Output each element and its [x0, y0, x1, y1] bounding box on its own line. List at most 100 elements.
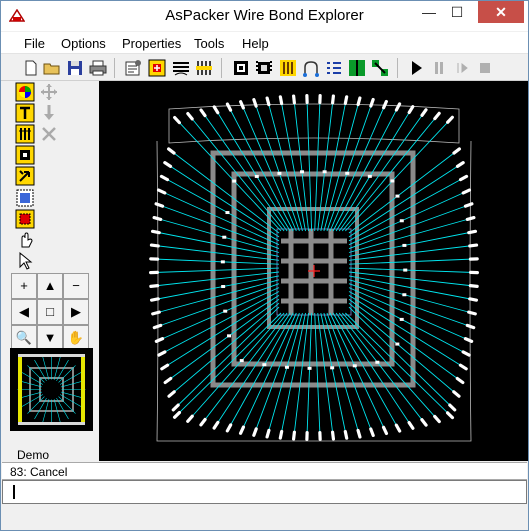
fit-view-button[interactable]: □ — [37, 299, 63, 325]
bond-pad — [395, 194, 400, 198]
command-input[interactable] — [17, 483, 517, 501]
stop-icon[interactable] — [475, 58, 495, 78]
zoom-out-button[interactable]: − — [63, 273, 89, 299]
bond-pad — [395, 342, 400, 346]
bond-pad — [284, 365, 289, 369]
wire-arc-icon[interactable] — [301, 58, 321, 78]
pan-left-button[interactable]: ◀ — [11, 299, 37, 325]
bond-finger — [305, 430, 309, 441]
bond-pad — [225, 211, 230, 215]
green-bars-icon[interactable] — [347, 58, 367, 78]
bond-pad — [367, 174, 372, 178]
toolbar-separator — [397, 58, 398, 78]
properties-icon[interactable] — [123, 58, 143, 78]
pin-down-icon[interactable] — [39, 103, 59, 123]
arrow-pointer-icon[interactable] — [15, 251, 35, 271]
bond-pad — [221, 285, 226, 289]
bond-pad — [390, 179, 395, 183]
text-caret — [13, 485, 15, 499]
menu-bar: File Options Properties Tools Help — [1, 32, 528, 54]
minimize-button[interactable]: — — [416, 1, 442, 23]
close-button[interactable]: ✕ — [478, 1, 524, 23]
bond-pad — [222, 235, 227, 239]
bond-pad — [262, 363, 267, 367]
die-pad-icon[interactable] — [254, 58, 274, 78]
bond-canvas[interactable] — [99, 81, 528, 461]
bond-pad — [399, 317, 404, 321]
status-message: 83: Cancel — [10, 465, 68, 479]
flip-icon[interactable] — [15, 166, 35, 186]
menu-help[interactable]: Help — [242, 36, 269, 51]
bond-pad — [223, 309, 228, 313]
app-window: AsPacker Wire Bond Explorer — ☐ ✕ File O… — [0, 0, 529, 531]
bond-pad — [345, 171, 350, 175]
menu-file[interactable]: File — [24, 36, 45, 51]
fingers-icon[interactable] — [278, 58, 298, 78]
move-icon[interactable] — [39, 82, 59, 102]
bond-pad — [399, 219, 404, 223]
open-folder-icon[interactable] — [42, 58, 62, 78]
navigation-pad: + ▲ − ◀ □ ▶ 🔍 ▼ ✋ — [11, 273, 89, 351]
title-bar[interactable]: AsPacker Wire Bond Explorer — ☐ ✕ — [1, 1, 528, 31]
print-icon[interactable] — [88, 58, 108, 78]
menu-tools[interactable]: Tools — [194, 36, 224, 51]
chip-select-icon[interactable] — [15, 145, 35, 165]
text-icon[interactable] — [15, 103, 35, 123]
toolbar-separator — [114, 58, 115, 78]
bond-finger — [468, 257, 479, 261]
region-icon[interactable] — [15, 188, 35, 208]
bond-finger — [318, 430, 322, 441]
delete-icon[interactable] — [39, 124, 59, 144]
toolbar-separator — [221, 58, 222, 78]
bond-finger — [318, 94, 322, 105]
bond-pad — [239, 359, 244, 363]
color-wheel-icon[interactable] — [15, 82, 35, 102]
thumbnail-drawing — [10, 348, 93, 431]
route-icon[interactable] — [370, 58, 390, 78]
play-icon[interactable] — [406, 58, 426, 78]
menu-properties[interactable]: Properties — [122, 36, 181, 51]
status-bar: 83: Cancel — [2, 462, 527, 480]
bond-finger — [149, 270, 159, 275]
bond-pad — [375, 360, 380, 364]
toolbar — [1, 55, 528, 81]
bond-pad — [300, 170, 305, 174]
bond-pad — [227, 334, 232, 338]
zoom-in-button[interactable]: + — [11, 273, 37, 299]
save-icon[interactable] — [65, 58, 85, 78]
bond-pad — [277, 171, 282, 175]
select-chip-icon[interactable] — [231, 58, 251, 78]
wire-list-icon[interactable] — [324, 58, 344, 78]
bond-pad — [402, 243, 407, 247]
bond-pad — [254, 174, 259, 178]
overview-thumbnail[interactable] — [10, 348, 93, 431]
bond-pad — [232, 179, 237, 183]
bond-finger — [305, 94, 309, 105]
pause-icon[interactable] — [429, 58, 449, 78]
bond-fingers-icon[interactable] — [15, 124, 35, 144]
command-bar[interactable] — [2, 480, 527, 504]
layers-icon[interactable] — [171, 58, 191, 78]
new-document-icon[interactable] — [21, 58, 41, 78]
pan-right-button[interactable]: ▶ — [63, 299, 89, 325]
wire-bond-drawing — [99, 81, 528, 461]
bond-pad — [322, 170, 327, 174]
add-component-icon[interactable] — [147, 58, 167, 78]
pan-up-button[interactable]: ▲ — [37, 273, 63, 299]
menu-options[interactable]: Options — [61, 36, 106, 51]
bond-pad — [402, 293, 407, 297]
bond-pad — [307, 366, 312, 370]
thumbnail-label: Demo — [17, 448, 50, 462]
bond-pad — [403, 268, 408, 272]
step-icon[interactable] — [452, 58, 472, 78]
bond-finger — [149, 257, 160, 261]
bond-finger — [469, 270, 479, 275]
tool-panel: + ▲ − ◀ □ ▶ 🔍 ▼ ✋ Demo — [1, 81, 99, 462]
grid-select-icon[interactable] — [15, 209, 35, 229]
bond-pad — [352, 364, 357, 368]
maximize-button[interactable]: ☐ — [444, 1, 470, 23]
bond-wires-icon[interactable] — [194, 58, 214, 78]
bond-pad — [330, 366, 335, 370]
hand-pointer-icon[interactable] — [15, 230, 35, 250]
bond-pad — [220, 260, 225, 264]
